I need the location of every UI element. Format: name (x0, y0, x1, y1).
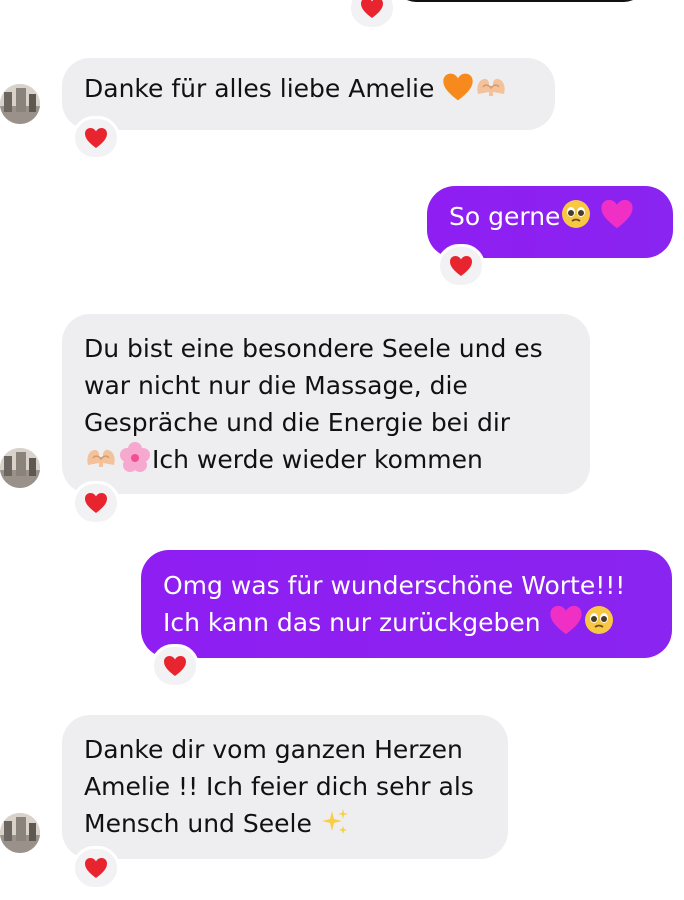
message-reaction[interactable] (72, 481, 120, 525)
cherry-blossom-icon (118, 441, 152, 483)
sparkles-icon (320, 807, 350, 847)
message-text: Ich werde wieder kommen (152, 445, 483, 474)
pink-heart-icon (600, 198, 634, 240)
message-text: Mensch und Seele (84, 809, 312, 838)
message-reaction[interactable] (348, 0, 396, 30)
chat-thread: Danke für alles liebe Amelie So gerne Du… (0, 0, 684, 900)
red-heart-icon (164, 656, 186, 676)
message-reaction[interactable] (72, 846, 120, 890)
incoming-message-bubble[interactable]: Danke für alles liebe Amelie (62, 58, 555, 130)
message-text: Omg was für wunderschöne Worte!!! (163, 571, 626, 600)
message-text: Ich kann das nur zurückgeben (163, 608, 541, 637)
avatar[interactable] (0, 84, 40, 124)
pleading-face-icon (583, 604, 615, 646)
incoming-message-bubble[interactable]: Du bist eine besondere Seele und es war … (62, 314, 590, 494)
message-text: So gerne (449, 202, 561, 231)
message-text: Amelie !! Ich feier dich sehr als (84, 772, 474, 801)
avatar[interactable] (0, 448, 40, 488)
message-text: war nicht nur die Massage, die (84, 371, 468, 400)
message-text: Du bist eine besondere Seele und es (84, 334, 543, 363)
pink-heart-icon (549, 604, 583, 646)
previous-message-bubble[interactable] (395, 0, 645, 2)
orange-heart-icon (442, 72, 474, 112)
avatar[interactable] (0, 813, 40, 853)
red-heart-icon (361, 0, 383, 18)
message-text: Danke dir vom ganzen Herzen (84, 735, 463, 764)
heart-hands-icon (84, 443, 118, 483)
red-heart-icon (450, 256, 472, 276)
heart-hands-icon (474, 72, 508, 112)
message-reaction[interactable] (151, 644, 199, 688)
red-heart-icon (85, 858, 107, 878)
pleading-face-icon (560, 198, 592, 240)
message-reaction[interactable] (72, 116, 120, 160)
message-text: Gespräche und die Energie bei dir (84, 408, 511, 437)
message-text: Danke für alles liebe Amelie (84, 74, 435, 103)
outgoing-message-bubble[interactable]: Omg was für wunderschöne Worte!!! Ich ka… (141, 550, 672, 658)
incoming-message-bubble[interactable]: Danke dir vom ganzen Herzen Amelie !! Ic… (62, 715, 508, 859)
red-heart-icon (85, 128, 107, 148)
red-heart-icon (85, 493, 107, 513)
message-reaction[interactable] (437, 244, 485, 288)
